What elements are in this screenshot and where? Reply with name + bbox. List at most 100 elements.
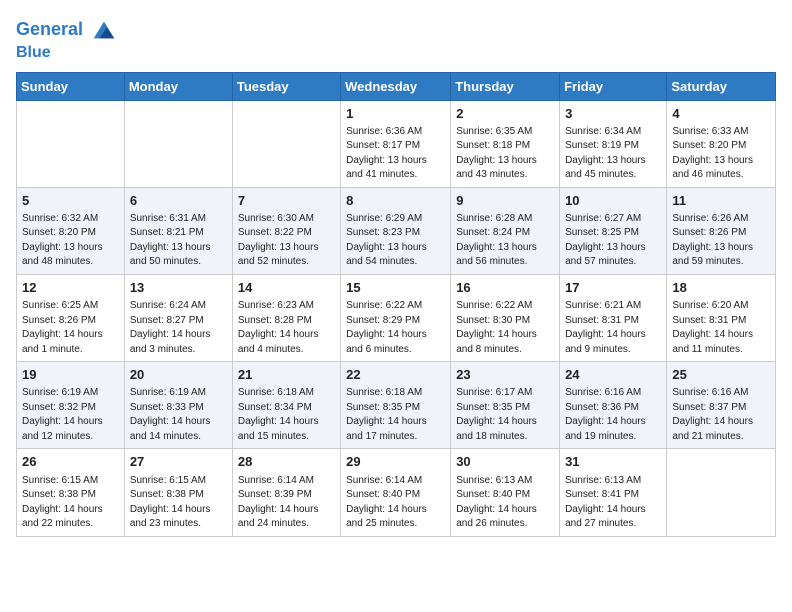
day-number: 14 xyxy=(238,279,335,297)
day-number: 5 xyxy=(22,192,119,210)
calendar-day-1: 1 Sunrise: 6:36 AMSunset: 8:17 PMDaylight… xyxy=(341,100,451,187)
calendar-week-row: 5 Sunrise: 6:32 AMSunset: 8:20 PMDaylight… xyxy=(17,187,776,274)
calendar-day-19: 19Sunrise: 6:19 AMSunset: 8:32 PMDayligh… xyxy=(17,362,125,449)
weekday-header-sunday: Sunday xyxy=(17,72,125,100)
day-number: 27 xyxy=(130,453,227,471)
page-header: General Blue xyxy=(16,16,776,62)
day-info: Sunrise: 6:33 AMSunset: 8:20 PMDaylight:… xyxy=(672,125,770,183)
day-number: 29 xyxy=(346,453,445,471)
weekday-header-saturday: Saturday xyxy=(667,72,776,100)
day-number: 26 xyxy=(22,453,119,471)
calendar-day-6: 6 Sunrise: 6:31 AMSunset: 8:21 PMDaylight… xyxy=(124,187,232,274)
calendar-week-row: 26 Sunrise: 6:15 AMSunset: 8:38 PMDayligh… xyxy=(17,449,776,536)
weekday-header-wednesday: Wednesday xyxy=(341,72,451,100)
calendar-empty-cell xyxy=(124,100,232,187)
day-info: Sunrise: 6:16 AMSunset: 8:37 PMDaylight:… xyxy=(672,386,770,444)
day-info: Sunrise: 6:22 AMSunset: 8:29 PMDaylight:… xyxy=(346,299,445,357)
calendar-day-2: 2 Sunrise: 6:35 AMSunset: 8:18 PMDaylight… xyxy=(451,100,560,187)
day-number: 30 xyxy=(456,453,554,471)
calendar-day-18: 18Sunrise: 6:20 AMSunset: 8:31 PMDayligh… xyxy=(667,274,776,361)
calendar-table: SundayMondayTuesdayWednesdayThursdayFrid… xyxy=(16,72,776,537)
day-number: 2 xyxy=(456,105,554,123)
day-info: Sunrise: 6:26 AMSunset: 8:26 PMDaylight:… xyxy=(672,212,770,270)
day-number: 16 xyxy=(456,279,554,297)
day-info: Sunrise: 6:29 AMSunset: 8:23 PMDaylight:… xyxy=(346,212,445,270)
calendar-day-20: 20 Sunrise: 6:19 AMSunset: 8:33 PMDayligh… xyxy=(124,362,232,449)
day-number: 11 xyxy=(672,192,770,210)
calendar-week-row: 1 Sunrise: 6:36 AMSunset: 8:17 PMDaylight… xyxy=(17,100,776,187)
calendar-day-23: 23 Sunrise: 6:17 AMSunset: 8:35 PMDayligh… xyxy=(451,362,560,449)
logo-text: General xyxy=(16,16,118,44)
day-info: Sunrise: 6:15 AMSunset: 8:38 PMDaylight:… xyxy=(130,474,227,532)
day-number: 10 xyxy=(565,192,661,210)
calendar-empty-cell xyxy=(17,100,125,187)
day-number: 31 xyxy=(565,453,661,471)
day-number: 7 xyxy=(238,192,335,210)
day-number: 28 xyxy=(238,453,335,471)
day-info: Sunrise: 6:24 AMSunset: 8:27 PMDaylight:… xyxy=(130,299,227,357)
day-info: Sunrise: 6:14 AMSunset: 8:39 PMDaylight:… xyxy=(238,474,335,532)
day-number: 15 xyxy=(346,279,445,297)
weekday-header-tuesday: Tuesday xyxy=(232,72,340,100)
logo: General Blue xyxy=(16,16,118,62)
calendar-day-15: 15 Sunrise: 6:22 AMSunset: 8:29 PMDayligh… xyxy=(341,274,451,361)
calendar-day-28: 28 Sunrise: 6:14 AMSunset: 8:39 PMDayligh… xyxy=(232,449,340,536)
calendar-day-9: 9Sunrise: 6:28 AMSunset: 8:24 PMDaylight… xyxy=(451,187,560,274)
calendar-day-26: 26 Sunrise: 6:15 AMSunset: 8:38 PMDayligh… xyxy=(17,449,125,536)
calendar-day-30: 30 Sunrise: 6:13 AMSunset: 8:40 PMDayligh… xyxy=(451,449,560,536)
calendar-day-11: 11 Sunrise: 6:26 AMSunset: 8:26 PMDayligh… xyxy=(667,187,776,274)
day-info: Sunrise: 6:17 AMSunset: 8:35 PMDaylight:… xyxy=(456,386,554,444)
day-info: Sunrise: 6:19 AMSunset: 8:33 PMDaylight:… xyxy=(130,386,227,444)
calendar-empty-cell xyxy=(232,100,340,187)
calendar-day-17: 17 Sunrise: 6:21 AMSunset: 8:31 PMDayligh… xyxy=(560,274,667,361)
calendar-day-24: 24Sunrise: 6:16 AMSunset: 8:36 PMDayligh… xyxy=(560,362,667,449)
logo-blue: Blue xyxy=(16,44,118,62)
day-number: 21 xyxy=(238,366,335,384)
day-number: 6 xyxy=(130,192,227,210)
calendar-day-27: 27 Sunrise: 6:15 AMSunset: 8:38 PMDayligh… xyxy=(124,449,232,536)
day-info: Sunrise: 6:15 AMSunset: 8:38 PMDaylight:… xyxy=(22,474,119,532)
day-info: Sunrise: 6:18 AMSunset: 8:35 PMDaylight:… xyxy=(346,386,445,444)
day-number: 17 xyxy=(565,279,661,297)
calendar-empty-cell xyxy=(667,449,776,536)
calendar-day-12: 12Sunrise: 6:25 AMSunset: 8:26 PMDayligh… xyxy=(17,274,125,361)
calendar-day-7: 7 Sunrise: 6:30 AMSunset: 8:22 PMDaylight… xyxy=(232,187,340,274)
day-info: Sunrise: 6:13 AMSunset: 8:41 PMDaylight:… xyxy=(565,474,661,532)
calendar-day-8: 8 Sunrise: 6:29 AMSunset: 8:23 PMDaylight… xyxy=(341,187,451,274)
calendar-day-29: 29 Sunrise: 6:14 AMSunset: 8:40 PMDayligh… xyxy=(341,449,451,536)
day-info: Sunrise: 6:32 AMSunset: 8:20 PMDaylight:… xyxy=(22,212,119,270)
day-number: 12 xyxy=(22,279,119,297)
day-number: 24 xyxy=(565,366,661,384)
day-info: Sunrise: 6:27 AMSunset: 8:25 PMDaylight:… xyxy=(565,212,661,270)
calendar-day-16: 16Sunrise: 6:22 AMSunset: 8:30 PMDayligh… xyxy=(451,274,560,361)
calendar-day-25: 25 Sunrise: 6:16 AMSunset: 8:37 PMDayligh… xyxy=(667,362,776,449)
day-info: Sunrise: 6:20 AMSunset: 8:31 PMDaylight:… xyxy=(672,299,770,357)
calendar-day-10: 10 Sunrise: 6:27 AMSunset: 8:25 PMDayligh… xyxy=(560,187,667,274)
day-number: 20 xyxy=(130,366,227,384)
calendar-day-21: 21 Sunrise: 6:18 AMSunset: 8:34 PMDayligh… xyxy=(232,362,340,449)
day-info: Sunrise: 6:35 AMSunset: 8:18 PMDaylight:… xyxy=(456,125,554,183)
calendar-day-31: 31 Sunrise: 6:13 AMSunset: 8:41 PMDayligh… xyxy=(560,449,667,536)
day-number: 13 xyxy=(130,279,227,297)
day-info: Sunrise: 6:36 AMSunset: 8:17 PMDaylight:… xyxy=(346,125,445,183)
day-number: 25 xyxy=(672,366,770,384)
day-info: Sunrise: 6:21 AMSunset: 8:31 PMDaylight:… xyxy=(565,299,661,357)
day-info: Sunrise: 6:30 AMSunset: 8:22 PMDaylight:… xyxy=(238,212,335,270)
day-number: 8 xyxy=(346,192,445,210)
calendar-day-5: 5 Sunrise: 6:32 AMSunset: 8:20 PMDaylight… xyxy=(17,187,125,274)
day-number: 9 xyxy=(456,192,554,210)
calendar-day-3: 3Sunrise: 6:34 AMSunset: 8:19 PMDaylight… xyxy=(560,100,667,187)
day-number: 3 xyxy=(565,105,661,123)
day-number: 4 xyxy=(672,105,770,123)
weekday-header-thursday: Thursday xyxy=(451,72,560,100)
day-info: Sunrise: 6:14 AMSunset: 8:40 PMDaylight:… xyxy=(346,474,445,532)
day-info: Sunrise: 6:13 AMSunset: 8:40 PMDaylight:… xyxy=(456,474,554,532)
day-info: Sunrise: 6:18 AMSunset: 8:34 PMDaylight:… xyxy=(238,386,335,444)
day-info: Sunrise: 6:31 AMSunset: 8:21 PMDaylight:… xyxy=(130,212,227,270)
calendar-day-4: 4 Sunrise: 6:33 AMSunset: 8:20 PMDaylight… xyxy=(667,100,776,187)
day-number: 1 xyxy=(346,105,445,123)
day-number: 23 xyxy=(456,366,554,384)
weekday-header-friday: Friday xyxy=(560,72,667,100)
calendar-day-13: 13 Sunrise: 6:24 AMSunset: 8:27 PMDayligh… xyxy=(124,274,232,361)
day-info: Sunrise: 6:23 AMSunset: 8:28 PMDaylight:… xyxy=(238,299,335,357)
